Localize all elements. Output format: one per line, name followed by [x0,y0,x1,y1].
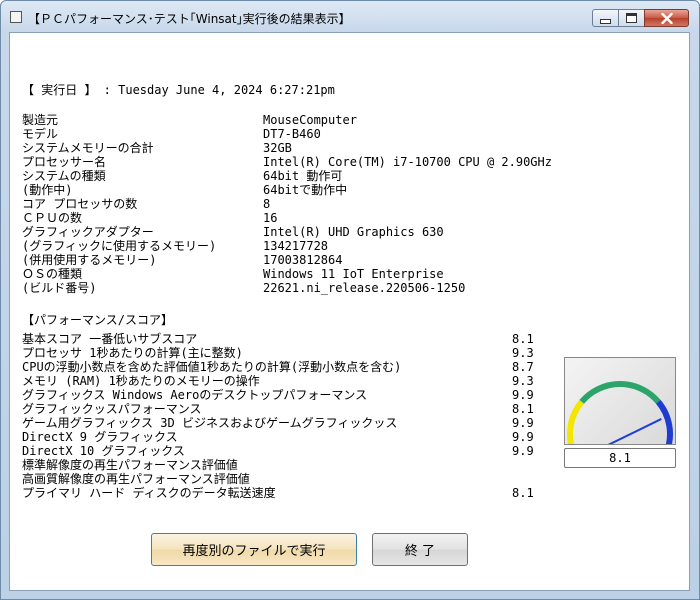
system-info-value: 134217728 [263,239,329,253]
score-label: DirectX 9 グラフィックス [22,430,178,444]
score-label: プライマリ ハード ディスクのデータ転送速度 [22,486,276,500]
score-label: 標準解像度の再生パフォーマンス評価値 [22,458,238,472]
gauge-value-box: 8.1 [564,448,676,468]
system-info-label: グラフィックアダプター [22,225,154,239]
system-info-label: コア プロセッサの数 [22,197,138,211]
score-value: 9.9 [512,444,534,458]
score-row: プライマリ ハード ディスクのデータ転送速度 8.1 [10,486,570,500]
score-label: グラフィックス Windows Aeroのデスクトップパフォーマンス [22,388,368,402]
score-label: プロセッサ 1秒あたりの計算(主に整数) [22,346,243,360]
app-window: 【ＰＣパフォーマンス･テスト｢Winsat｣実行後の結果表示】 【 実行日 】 … [0,0,700,600]
score-row: プロセッサ 1秒あたりの計算(主に整数) 9.3 [10,346,570,360]
score-label: グラフィックッスパフォーマンス [22,402,202,416]
gauge-mid-arc [579,381,661,404]
close-icon [660,12,673,24]
app-icon[interactable] [10,11,22,23]
score-value: 9.9 [512,430,534,444]
score-value: 8.1 [512,486,534,500]
system-info-value: 64bitで動作中 [263,183,348,197]
maximize-button[interactable] [618,9,645,27]
system-info-value: 22621.ni_release.220506-1250 [263,281,466,295]
system-info-label: プロセッサー名 [22,155,107,169]
score-row: メモリ (RAM) 1秒あたりのメモリーの操作 9.3 [10,374,570,388]
score-row: 高画質解像度の再生パフォーマンス評価値 [10,472,570,486]
system-info-label: (ビルド番号) [22,281,97,295]
system-info-label: (グラフィックに使用するメモリー) [22,239,217,253]
system-info-row: プロセッサー名 Intel(R) Core(TM) i7-10700 CPU @ … [10,155,570,169]
results-panel: 【 実行日 】 : Tuesday June 4, 2024 6:27:21pm… [9,32,690,591]
score-row: DirectX 9 グラフィックス 9.9 [10,430,570,444]
score-row: 標準解像度の再生パフォーマンス評価値 [10,458,570,472]
system-info-row: モデル DT7-B460 [10,127,570,141]
system-info-row: (ビルド番号) 22621.ni_release.220506-1250 [10,281,570,295]
score-label: 基本スコア 一番低いサブスコア [22,332,198,346]
system-info-value: MouseComputer [263,113,357,127]
system-info-label: ＯＳの種類 [22,267,83,281]
score-label: メモリ (RAM) 1秒あたりのメモリーの操作 [22,374,260,388]
score-label: DirectX 10 グラフィックス [22,444,185,458]
system-info-row: (動作中) 64bitで動作中 [10,183,570,197]
exit-button[interactable]: 終 了 [372,533,468,566]
scores-header: 【パフォーマンス/スコア】 [22,313,173,327]
score-row: グラフィックス Windows Aeroのデスクトップパフォーマンス 9.9 [10,388,570,402]
score-row: CPUの浮動小数点を含めた評価値1秒あたりの計算(浮動小数点を含む) 8.7 [10,360,570,374]
maximize-icon [626,13,637,23]
system-info-label: システムメモリーの合計 [22,141,154,155]
score-row: グラフィックッスパフォーマンス 8.1 [10,402,570,416]
system-info-value: Intel(R) Core(TM) i7-10700 CPU @ 2.90GHz [263,155,552,169]
system-info-label: モデル [22,127,59,141]
system-info-value: Windows 11 IoT Enterprise [263,267,444,281]
score-value: 9.3 [512,374,534,388]
system-info-row: ＯＳの種類 Windows 11 IoT Enterprise [10,267,570,281]
gauge-low-arc [567,399,585,453]
system-info-row: (グラフィックに使用するメモリー) 134217728 [10,239,570,253]
gauge-dial [567,381,673,453]
score-value: 8.7 [512,360,534,374]
system-info-row: (併用使用するメモリー) 17003812864 [10,253,570,267]
score-value: 9.9 [512,416,534,430]
score-gauge [564,357,676,453]
minimize-button[interactable] [592,9,619,27]
system-info-value: 64bit 動作可 [263,169,343,183]
rerun-button[interactable]: 再度別のファイルで実行 [151,533,357,566]
system-info-value: 8 [263,197,271,211]
score-row: 基本スコア 一番低いサブスコア 8.1 [10,332,570,346]
run-date: 【 実行日 】 : Tuesday June 4, 2024 6:27:21pm [22,83,335,97]
system-info-label: 製造元 [22,113,59,127]
gauge-high-arc [655,399,673,453]
system-info-label: ＣＰＵの数 [22,211,83,225]
score-row: ゲーム用グラフィックス 3D ビジネスおよびゲームグラフィックッス 9.9 [10,416,570,430]
gauge-needle [605,418,662,447]
minimize-icon [600,18,611,24]
system-info-value: 32GB [263,141,292,155]
score-label: 高画質解像度の再生パフォーマンス評価値 [22,472,250,486]
system-info-value: 17003812864 [263,253,343,267]
score-label: CPUの浮動小数点を含めた評価値1秒あたりの計算(浮動小数点を含む) [22,360,402,374]
system-info-value: 16 [263,211,278,225]
system-info-row: コア プロセッサの数 8 [10,197,570,211]
score-value: 8.1 [512,402,534,416]
score-row: DirectX 10 グラフィックス 9.9 [10,444,570,458]
system-info-value: DT7-B460 [263,127,321,141]
system-info-label: (動作中) [22,183,73,197]
system-info-value: Intel(R) UHD Graphics 630 [263,225,444,239]
system-info-row: ＣＰＵの数 16 [10,211,570,225]
score-value: 9.3 [512,346,534,360]
title-bar[interactable]: 【ＰＣパフォーマンス･テスト｢Winsat｣実行後の結果表示】 [1,1,699,33]
score-value: 9.9 [512,388,534,402]
close-button[interactable] [644,9,689,27]
system-info-row: システムメモリーの合計 32GB [10,141,570,155]
system-info-row: システムの種類 64bit 動作可 [10,169,570,183]
score-label: ゲーム用グラフィックス 3D ビジネスおよびゲームグラフィックッス [22,416,398,430]
system-info-label: システムの種類 [22,169,106,183]
system-info-row: グラフィックアダプター Intel(R) UHD Graphics 630 [10,225,570,239]
system-info-row: 製造元 MouseComputer [10,113,570,127]
window-title: 【ＰＣパフォーマンス･テスト｢Winsat｣実行後の結果表示】 [28,12,351,26]
score-value: 8.1 [512,332,534,346]
system-info-label: (併用使用するメモリー) [22,253,157,267]
